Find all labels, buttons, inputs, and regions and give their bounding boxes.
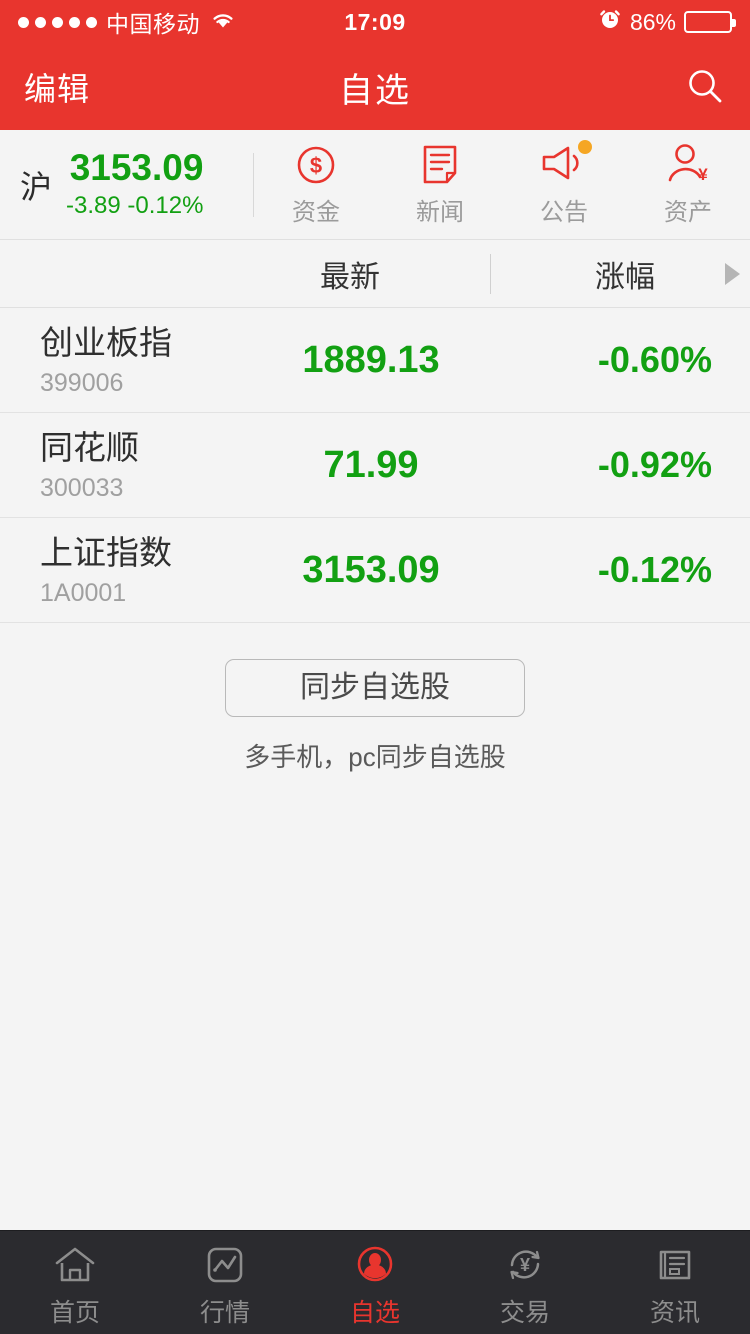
home-icon xyxy=(53,1242,97,1288)
tab-news[interactable]: 资讯 xyxy=(600,1231,750,1334)
quick-action-label: 新闻 xyxy=(416,199,464,226)
tab-trade[interactable]: ¥ 交易 xyxy=(450,1231,600,1334)
stock-name: 上证指数 xyxy=(40,533,172,571)
index-change-value: -3.89 xyxy=(66,191,121,219)
battery-icon xyxy=(684,11,736,33)
index-price: 3153.09 xyxy=(69,147,204,189)
tab-label: 资讯 xyxy=(649,1299,700,1327)
newspaper-icon xyxy=(653,1242,697,1288)
stock-price: 3153.09 xyxy=(302,548,440,591)
index-change-pct: -0.12% xyxy=(127,191,204,219)
search-icon[interactable] xyxy=(684,66,726,108)
quick-action-label: 公告 xyxy=(540,199,588,226)
wifi-icon xyxy=(210,9,236,36)
column-divider xyxy=(490,254,491,294)
table-row[interactable]: 上证指数 1A0001 3153.09 -0.12% xyxy=(0,518,750,623)
stock-change-pct: -0.60% xyxy=(597,339,712,380)
tab-label: 行情 xyxy=(199,1299,250,1327)
index-market-label: 沪 xyxy=(20,168,53,205)
tab-label: 交易 xyxy=(499,1299,550,1327)
edit-button[interactable]: 编辑 xyxy=(24,64,90,110)
quick-action-label: 资金 xyxy=(292,199,340,226)
sync-subtitle: 多手机，pc同步自选股 xyxy=(244,742,506,772)
dollar-circle-icon: $ xyxy=(293,142,339,188)
notification-badge-dot xyxy=(578,140,592,154)
battery-percent-label: 86% xyxy=(629,8,676,35)
person-circle-icon xyxy=(353,1242,397,1288)
table-row[interactable]: 同花顺 300033 71.99 -0.92% xyxy=(0,413,750,518)
carrier-label: 中国移动 xyxy=(106,11,200,37)
chart-icon xyxy=(204,1242,246,1288)
tab-watchlist[interactable]: 自选 xyxy=(300,1231,450,1334)
alarm-clock-icon xyxy=(598,7,622,37)
stock-name: 创业板指 xyxy=(40,323,172,361)
quick-action-announcements[interactable]: 公告 xyxy=(502,140,626,227)
stock-price: 1889.13 xyxy=(302,338,440,381)
stock-list: 创业板指 399006 1889.13 -0.60% 同花顺 300033 71.99 -0.… xyxy=(0,308,750,623)
quick-action-assets[interactable]: ¥ 资产 xyxy=(626,142,750,227)
column-header-change[interactable]: 涨幅 xyxy=(540,252,710,296)
stock-code: 300033 xyxy=(40,474,124,503)
index-change: -3.89 -0.12% xyxy=(66,192,203,220)
table-row[interactable]: 创业板指 399006 1889.13 -0.60% xyxy=(0,308,750,413)
stock-identity: 创业板指 399006 xyxy=(40,322,275,398)
tab-label: 首页 xyxy=(49,1299,100,1327)
sync-section: 同步自选股 多手机，pc同步自选股 xyxy=(0,623,750,774)
index-values: 3153.09 -3.89 -0.12% xyxy=(66,147,204,220)
person-yen-icon: ¥ xyxy=(664,142,712,188)
stock-identity: 同花顺 300033 xyxy=(40,427,275,503)
svg-text:¥: ¥ xyxy=(698,165,708,184)
tab-label: 自选 xyxy=(349,1299,400,1327)
page-title: 自选 xyxy=(339,71,411,110)
tab-home[interactable]: 首页 xyxy=(0,1231,150,1334)
quick-actions: $ 资金 新闻 公告 ¥ 资产 xyxy=(254,140,750,227)
index-quote[interactable]: 沪 3153.09 -3.89 -0.12% xyxy=(0,147,253,220)
bottom-tab-bar: 首页 行情 自选 ¥ 交易 资讯 xyxy=(0,1230,750,1334)
status-bar-right: 86% xyxy=(598,7,736,37)
svg-text:$: $ xyxy=(310,153,322,178)
stock-code: 1A0001 xyxy=(40,579,127,608)
stock-name: 同花顺 xyxy=(40,428,139,466)
navigation-bar: 编辑 自选 xyxy=(0,44,750,130)
stock-code: 399006 xyxy=(40,369,124,398)
signal-strength-icon xyxy=(18,16,97,28)
status-bar: 中国移动 17:09 86% xyxy=(0,0,750,44)
stock-change-pct: -0.92% xyxy=(597,444,712,485)
megaphone-icon xyxy=(538,140,592,188)
sync-watchlist-button[interactable]: 同步自选股 xyxy=(225,659,525,717)
quick-action-label: 资产 xyxy=(664,199,712,226)
tab-market[interactable]: 行情 xyxy=(150,1231,300,1334)
list-column-header: 最新 涨幅 xyxy=(0,240,750,308)
quick-action-funds[interactable]: $ 资金 xyxy=(254,142,378,227)
quick-action-news[interactable]: 新闻 xyxy=(378,142,502,227)
stock-change-pct: -0.12% xyxy=(597,549,712,590)
svg-text:¥: ¥ xyxy=(520,1255,530,1275)
triangle-right-icon[interactable] xyxy=(725,262,740,285)
document-icon xyxy=(419,142,461,188)
stock-price: 71.99 xyxy=(323,443,419,486)
column-header-latest[interactable]: 最新 xyxy=(260,252,440,296)
stock-identity: 上证指数 1A0001 xyxy=(40,532,275,608)
yen-refresh-icon: ¥ xyxy=(503,1242,547,1288)
index-summary-bar: 沪 3153.09 -3.89 -0.12% $ 资金 新闻 公告 ¥ 资产 xyxy=(0,130,750,240)
